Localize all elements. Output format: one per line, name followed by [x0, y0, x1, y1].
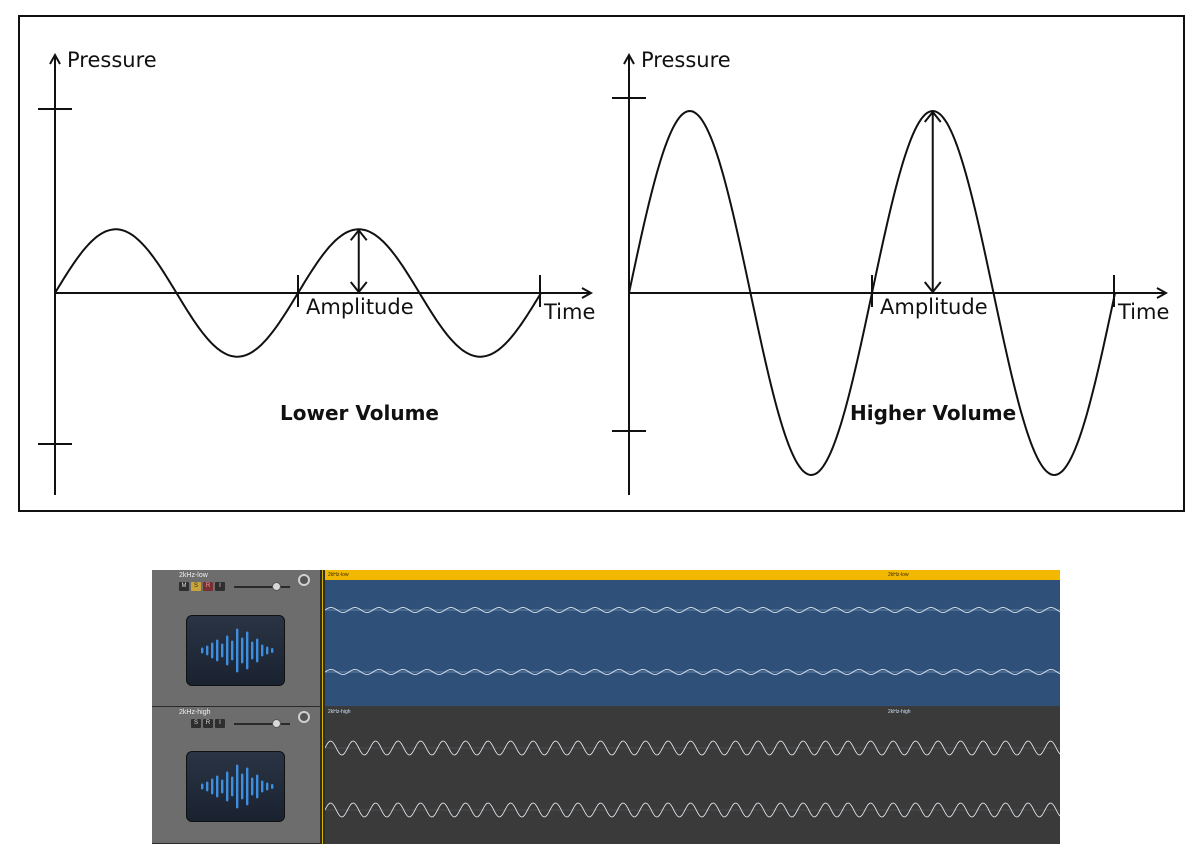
waveform-icon-bar: [226, 771, 229, 802]
audio-region-low[interactable]: 2kHz-low 2kHz-low: [325, 570, 1060, 706]
record-enable-button[interactable]: R: [203, 582, 213, 591]
input-monitor-button[interactable]: I: [215, 719, 225, 728]
audio-waveform-high: [325, 740, 1060, 818]
waveform-icon-bar: [241, 637, 244, 664]
volume-slider-low[interactable]: [234, 586, 290, 588]
right-caption: Higher Volume: [850, 401, 1016, 425]
waveform-icon-bar: [216, 775, 219, 798]
audio-waveform-low: [325, 607, 1060, 675]
waveform-icon-bar: [221, 779, 224, 794]
waveform-icon-bar: [211, 778, 214, 795]
waveform-icon-bar: [251, 641, 254, 660]
waveform-icon-bar: [211, 642, 214, 659]
waveform-icon-bar: [271, 648, 274, 653]
volume-diagram-panel: Pressure Time Amplitude Lower Volume Pre…: [18, 15, 1185, 512]
left-panel-graph: Pressure Time Amplitude Lower Volume: [38, 48, 595, 495]
left-caption: Lower Volume: [280, 401, 439, 425]
left-amplitude-label: Amplitude: [306, 295, 414, 319]
waveform-icon-bar: [246, 767, 249, 806]
left-y-axis-label: Pressure: [67, 48, 157, 72]
waveform-icon-bar: [231, 776, 234, 797]
pan-knob-low[interactable]: [298, 574, 310, 586]
waveform-icon-bar: [236, 764, 239, 809]
waveform-icon-bar: [256, 638, 259, 663]
waveform-icon-high: [186, 751, 285, 822]
solo-button[interactable]: S: [191, 582, 201, 591]
volume-slider-high[interactable]: [234, 723, 290, 725]
right-panel-graph: Pressure Time Amplitude Higher Volume: [612, 48, 1169, 495]
right-x-axis-label: Time: [1117, 300, 1169, 324]
waveform-icon-bar: [216, 639, 219, 662]
right-y-axis-label: Pressure: [641, 48, 731, 72]
waveform-bars-icon: [201, 628, 274, 673]
playhead[interactable]: [322, 570, 323, 844]
waveform-icon-bar: [201, 647, 204, 654]
mute-button[interactable]: M: [179, 582, 189, 591]
waveform-icon-bar: [256, 774, 259, 799]
waveform-icon-bar: [231, 640, 234, 661]
input-monitor-button[interactable]: I: [215, 582, 225, 591]
right-amplitude-label: Amplitude: [880, 295, 988, 319]
daw-tracks-window: 2kHz-low M S R I 2kHz-high S R I 2kHz-lo…: [152, 570, 1060, 844]
waveform-icon-bar: [221, 643, 224, 658]
waveform-icon-bar: [271, 784, 274, 789]
waveform-bars-icon: [201, 764, 274, 809]
volume-diagram: Pressure Time Amplitude Lower Volume Pre…: [38, 48, 1169, 495]
track-header-low[interactable]: 2kHz-low M S R I: [152, 570, 320, 707]
waveform-icon-bar: [206, 781, 209, 792]
record-enable-button[interactable]: R: [203, 719, 213, 728]
waveform-icon-bar: [261, 644, 264, 657]
left-x-axis-label: Time: [543, 300, 595, 324]
solo-button[interactable]: S: [191, 719, 201, 728]
waveform-icon-bar: [241, 773, 244, 800]
waveform-icon-bar: [251, 777, 254, 796]
waveform-icon-bar: [246, 631, 249, 670]
audio-region-high[interactable]: 2kHz-high 2kHz-high: [325, 707, 1060, 844]
waveform-icon-low: [186, 615, 285, 686]
waveform-icon-bar: [206, 645, 209, 656]
waveform-icon-bar: [266, 646, 269, 655]
pan-knob-high[interactable]: [298, 711, 310, 723]
waveform-icon-bar: [261, 780, 264, 793]
waveform-icon-bar: [236, 628, 239, 673]
waveform-icon-bar: [201, 783, 204, 790]
track-name-high: 2kHz-high: [179, 709, 211, 716]
waveform-icon-bar: [266, 782, 269, 791]
volume-slider-knob-high[interactable]: [272, 719, 281, 728]
track-header-high[interactable]: 2kHz-high S R I: [152, 707, 320, 844]
waveform-icon-bar: [226, 635, 229, 666]
track-name-low: 2kHz-low: [179, 572, 208, 579]
volume-slider-knob-low[interactable]: [272, 582, 281, 591]
